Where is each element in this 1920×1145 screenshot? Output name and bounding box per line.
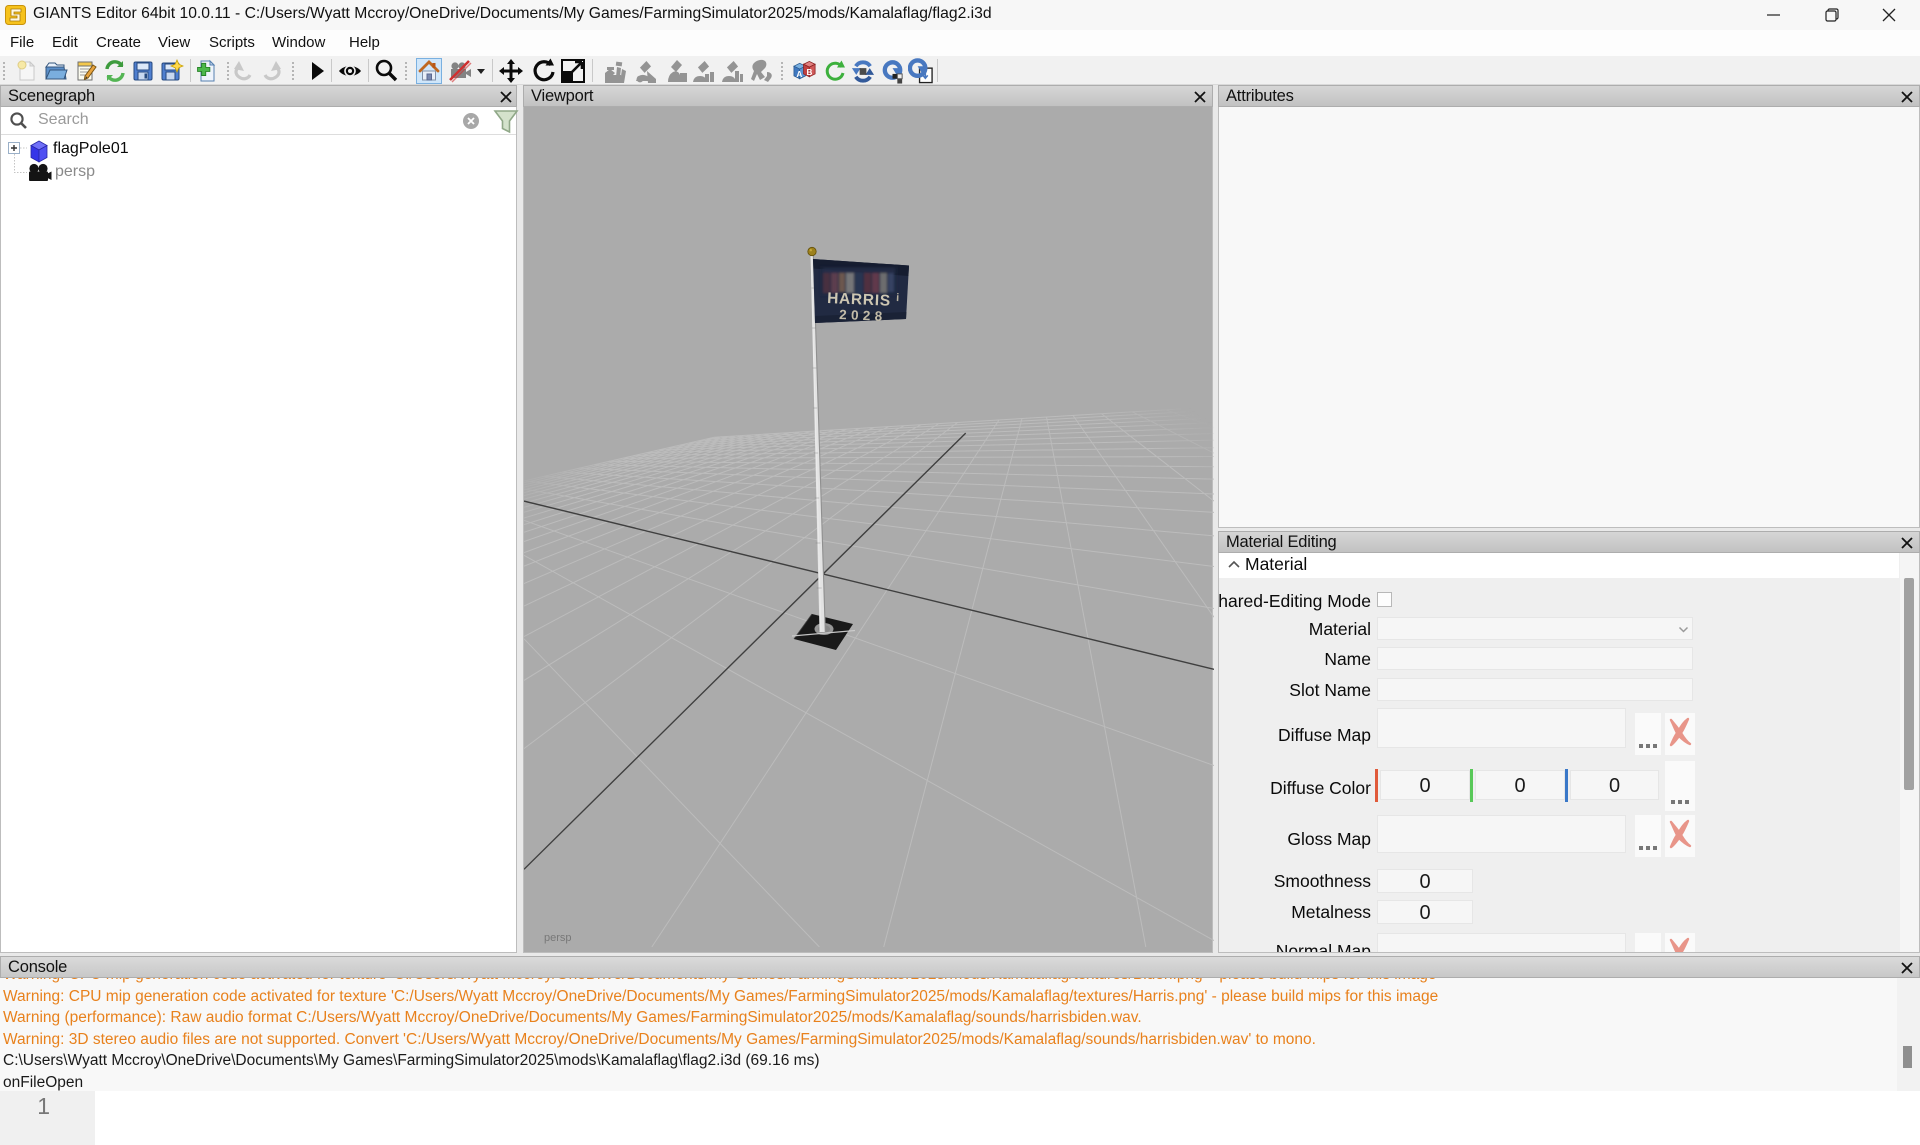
svg-text:persp: persp	[544, 932, 572, 944]
svg-text:i: i	[896, 292, 900, 304]
svg-text:B: B	[806, 67, 812, 76]
svg-text:HARRIS: HARRIS	[827, 290, 891, 310]
svg-text:A: A	[796, 69, 802, 78]
